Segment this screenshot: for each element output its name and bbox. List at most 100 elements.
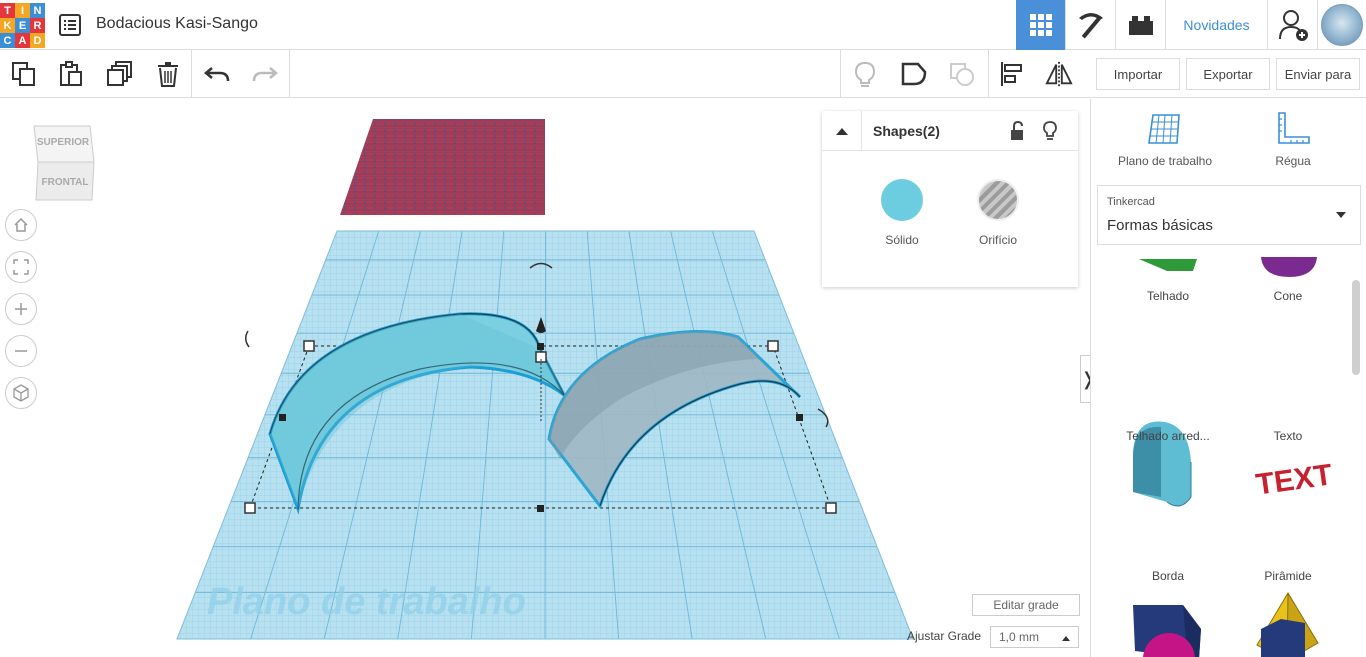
brick-icon xyxy=(1128,16,1153,35)
svg-text:TEXT: TEXT xyxy=(1254,458,1335,501)
caret-up-icon xyxy=(835,128,848,135)
grid-icon xyxy=(1029,14,1052,36)
zoom-in-button[interactable] xyxy=(5,293,37,325)
lock-button[interactable] xyxy=(1008,120,1026,146)
workplane-tool-label: Plano de trabalho xyxy=(1117,154,1213,168)
shape-label-text[interactable]: Texto xyxy=(1228,429,1348,443)
lightbulb-icon xyxy=(1043,121,1057,140)
snap-grid-label: Ajustar Grade xyxy=(907,629,982,643)
collapse-inspector-button[interactable] xyxy=(822,111,862,151)
ruler-tool[interactable]: Régua xyxy=(1224,111,1362,168)
logo-letter: C xyxy=(0,33,15,48)
invite-user-button[interactable] xyxy=(1267,0,1317,50)
logo-letter: A xyxy=(15,33,30,48)
cube-icon xyxy=(13,384,29,402)
snap-grid-select[interactable]: 1,0 mm xyxy=(990,626,1079,648)
show-all-button[interactable] xyxy=(851,60,879,88)
mirror-button[interactable] xyxy=(1045,60,1073,88)
view-cube-front-label[interactable]: FRONTAL xyxy=(30,177,100,188)
polygon-shape-icon[interactable] xyxy=(1261,619,1305,657)
align-icon xyxy=(1001,62,1022,86)
unlock-icon xyxy=(1011,120,1023,140)
workplane-tool[interactable]: Plano de trabalho xyxy=(1096,111,1234,168)
logo-letter: N xyxy=(30,3,45,18)
duplicate-icon xyxy=(107,61,132,86)
import-button[interactable]: Importar xyxy=(1096,58,1180,90)
ungroup-icon xyxy=(950,63,974,86)
home-view-button[interactable] xyxy=(5,209,37,241)
tinkercad-logo[interactable]: TINKERCAD xyxy=(0,3,45,48)
shape-label-pyramid[interactable]: Pirâmide xyxy=(1228,569,1348,583)
export-button[interactable]: Exportar xyxy=(1186,58,1270,90)
logo-letter: R xyxy=(30,18,45,33)
redo-button[interactable] xyxy=(251,60,279,88)
workplane-icon xyxy=(1148,114,1180,144)
snap-grid-value: 1,0 mm xyxy=(999,630,1040,644)
edit-toolbar xyxy=(0,50,1090,98)
ungroup-button[interactable] xyxy=(948,60,976,88)
logo-letter: E xyxy=(15,18,30,33)
copy-button[interactable] xyxy=(10,60,38,88)
text-shape-icon[interactable]: TEXT xyxy=(1254,458,1335,501)
logo-letter: T xyxy=(0,3,15,18)
workplane-watermark: Plano de trabalho xyxy=(207,581,526,623)
shape-library-select[interactable]: Tinkercad Formas básicas xyxy=(1097,185,1361,245)
hole-label[interactable]: Orifício xyxy=(958,233,1038,247)
news-button[interactable]: Novidades xyxy=(1165,0,1267,50)
caret-up-icon xyxy=(1062,636,1070,641)
bricks-view-button[interactable] xyxy=(1115,0,1165,50)
undo-button[interactable] xyxy=(203,60,231,88)
logo-letter: K xyxy=(0,18,15,33)
view-cube-top-label[interactable]: SUPERIOR xyxy=(30,137,96,148)
group-icon xyxy=(901,62,927,86)
align-button[interactable] xyxy=(998,60,1026,88)
roof-shape-icon[interactable] xyxy=(1139,259,1197,271)
solid-label[interactable]: Sólido xyxy=(862,233,942,247)
view-cube[interactable]: SUPERIOR FRONTAL xyxy=(30,124,96,202)
paste-button[interactable] xyxy=(57,60,85,88)
fit-view-button[interactable] xyxy=(5,251,37,283)
library-name: Formas básicas xyxy=(1107,217,1213,234)
sphere-shape-icon[interactable] xyxy=(1143,633,1195,657)
pickaxe-icon xyxy=(1078,13,1103,39)
chevron-down-icon xyxy=(1336,212,1346,218)
design-title[interactable]: Bodacious Kasi-Sango xyxy=(96,15,258,33)
hide-button[interactable] xyxy=(1042,120,1058,147)
shape-label-roof[interactable]: Telhado xyxy=(1108,289,1228,303)
avatar xyxy=(1321,4,1363,46)
3d-design-view-button[interactable] xyxy=(1016,0,1065,50)
fit-view-icon xyxy=(13,259,29,275)
shape-inspector: Shapes(2) Sólido Orifício xyxy=(822,111,1078,287)
zoom-out-button[interactable] xyxy=(5,335,37,367)
lightbulb-icon xyxy=(854,61,876,87)
ruler-icon xyxy=(1278,112,1310,144)
home-icon xyxy=(14,217,28,232)
solid-swatch[interactable] xyxy=(881,179,923,221)
shape-label-round-roof[interactable]: Telhado arred... xyxy=(1108,429,1228,443)
shape-label-wedge[interactable]: Borda xyxy=(1108,569,1228,583)
undo-icon xyxy=(204,67,230,82)
duplicate-button[interactable] xyxy=(106,60,134,88)
perspective-button[interactable] xyxy=(5,377,37,409)
plus-icon xyxy=(15,303,27,315)
rotate-handle-left-icon[interactable] xyxy=(245,330,250,348)
top-bar: TINKERCAD Bodacious Kasi-Sango Novidades xyxy=(0,0,1366,50)
edit-grid-button[interactable]: Editar grade xyxy=(972,594,1080,616)
shapes-panel: Plano de trabalho Régua Tinkercad Formas… xyxy=(1090,99,1366,657)
group-button[interactable] xyxy=(900,60,928,88)
user-avatar-button[interactable] xyxy=(1317,0,1366,50)
logo-letter: I xyxy=(15,3,30,18)
hole-swatch[interactable] xyxy=(977,179,1019,221)
redo-icon xyxy=(252,67,278,82)
brick-texture-object[interactable] xyxy=(340,119,545,215)
cone-shape-icon[interactable] xyxy=(1261,257,1317,277)
trash-icon xyxy=(158,62,178,87)
delete-button[interactable] xyxy=(154,60,182,88)
3d-workplane[interactable]: Plano de trabalho SUPERIOR FRONTAL Shape… xyxy=(0,99,1090,657)
send-to-button[interactable]: Enviar para xyxy=(1276,58,1360,90)
shape-label-cone[interactable]: Cone xyxy=(1228,289,1348,303)
blocks-view-button[interactable] xyxy=(1065,0,1115,50)
design-list-icon[interactable] xyxy=(58,13,82,37)
copy-icon xyxy=(12,62,35,86)
panel-scrollbar[interactable] xyxy=(1352,280,1360,375)
